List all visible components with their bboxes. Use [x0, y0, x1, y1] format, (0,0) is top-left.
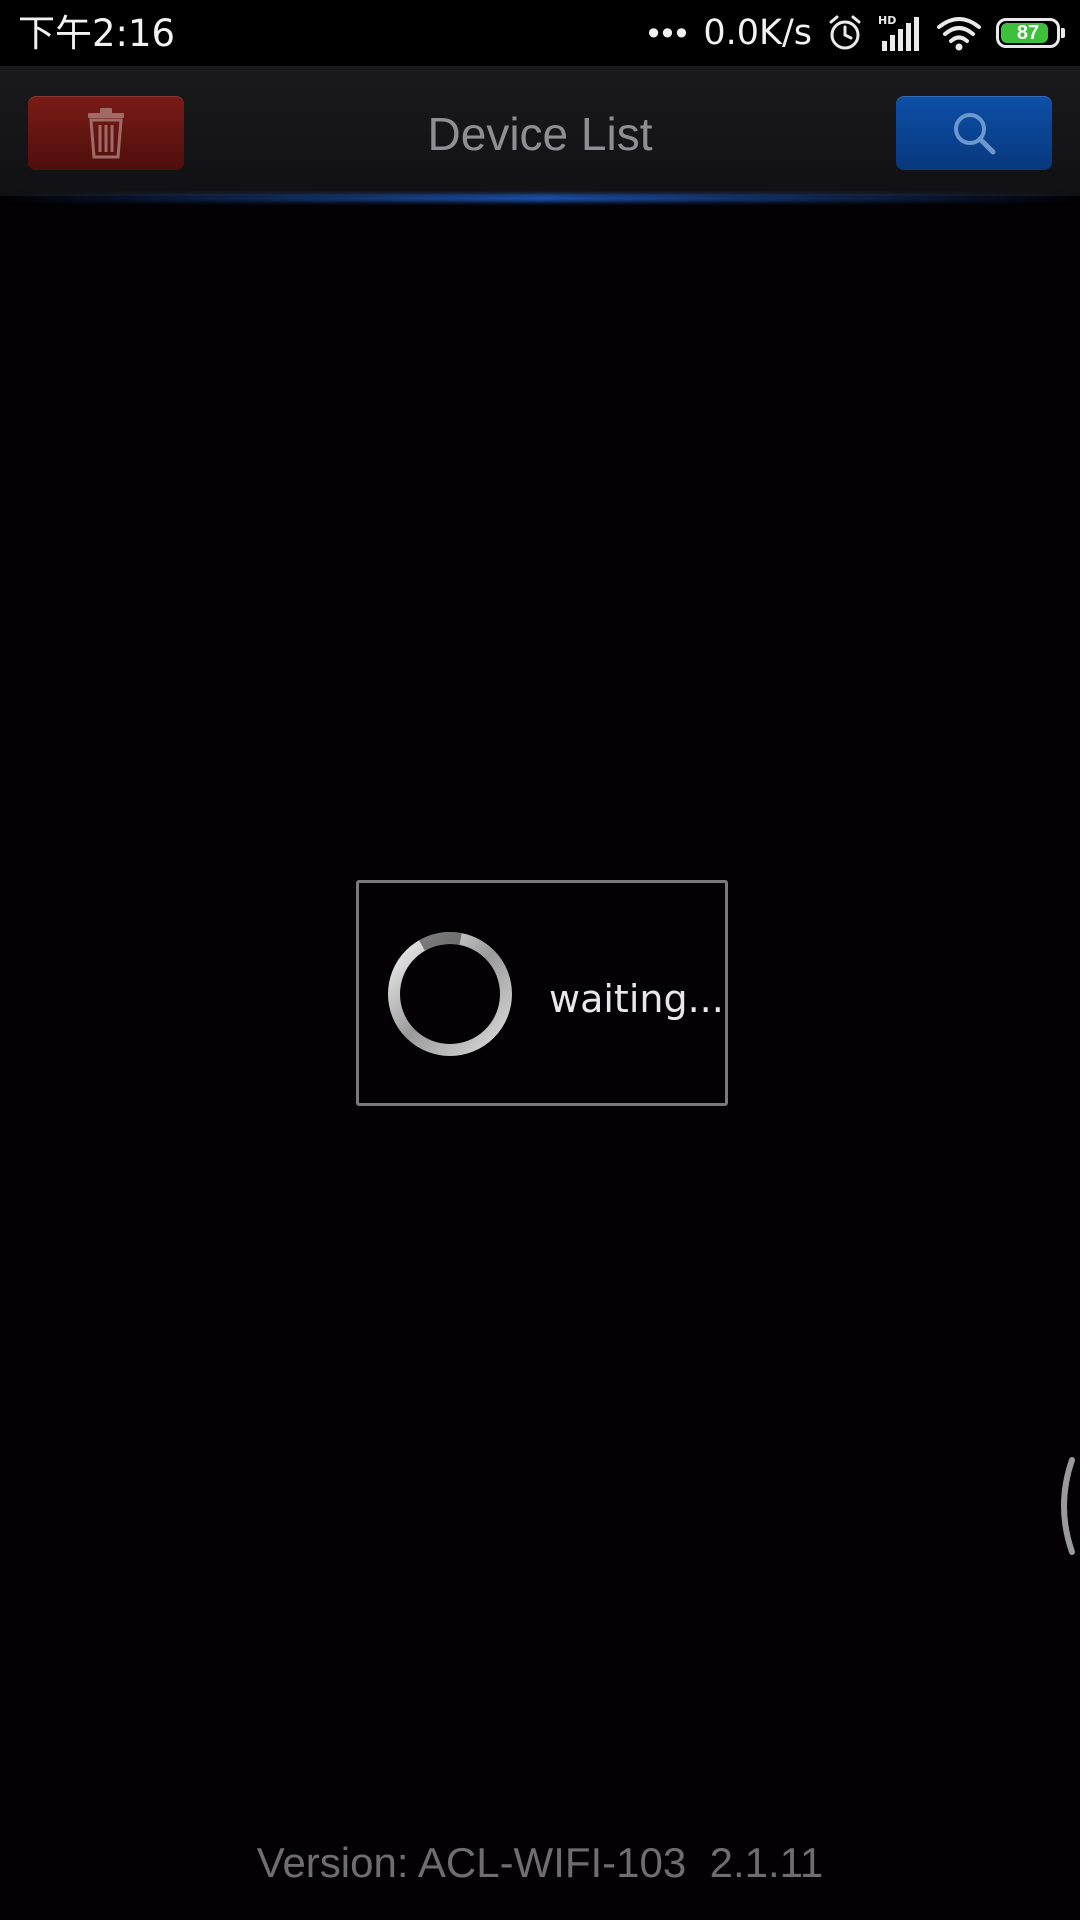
alarm-icon — [829, 15, 861, 50]
svg-text:HD: HD — [878, 14, 896, 27]
delete-button[interactable] — [28, 96, 184, 170]
search-icon — [954, 113, 996, 155]
waiting-message: waiting... — [549, 977, 724, 1021]
battery-icon: 87 — [996, 18, 1065, 48]
status-icons: ••• 0.0K/s HD 87 — [647, 10, 1065, 56]
loading-spinner-icon — [388, 932, 512, 1056]
waiting-dialog: waiting... — [356, 880, 728, 1106]
wifi-icon — [937, 17, 981, 51]
edge-swipe-handle[interactable] — [1052, 1456, 1078, 1556]
more-dots-icon: ••• — [647, 14, 690, 52]
network-speed: 0.0K/s — [703, 13, 812, 53]
battery-level: 87 — [1016, 22, 1040, 44]
search-button[interactable] — [896, 96, 1052, 170]
trash-icon — [88, 108, 124, 159]
hd-signal-icon: HD — [878, 14, 919, 51]
status-time: 下午2:16 — [18, 12, 176, 55]
status-bar: 下午2:16 ••• 0.0K/s HD 87 — [0, 0, 1080, 66]
version-label: Version: ACL-WIFI-103 2.1.11 — [256, 1839, 824, 1886]
header-divider — [0, 194, 1080, 202]
